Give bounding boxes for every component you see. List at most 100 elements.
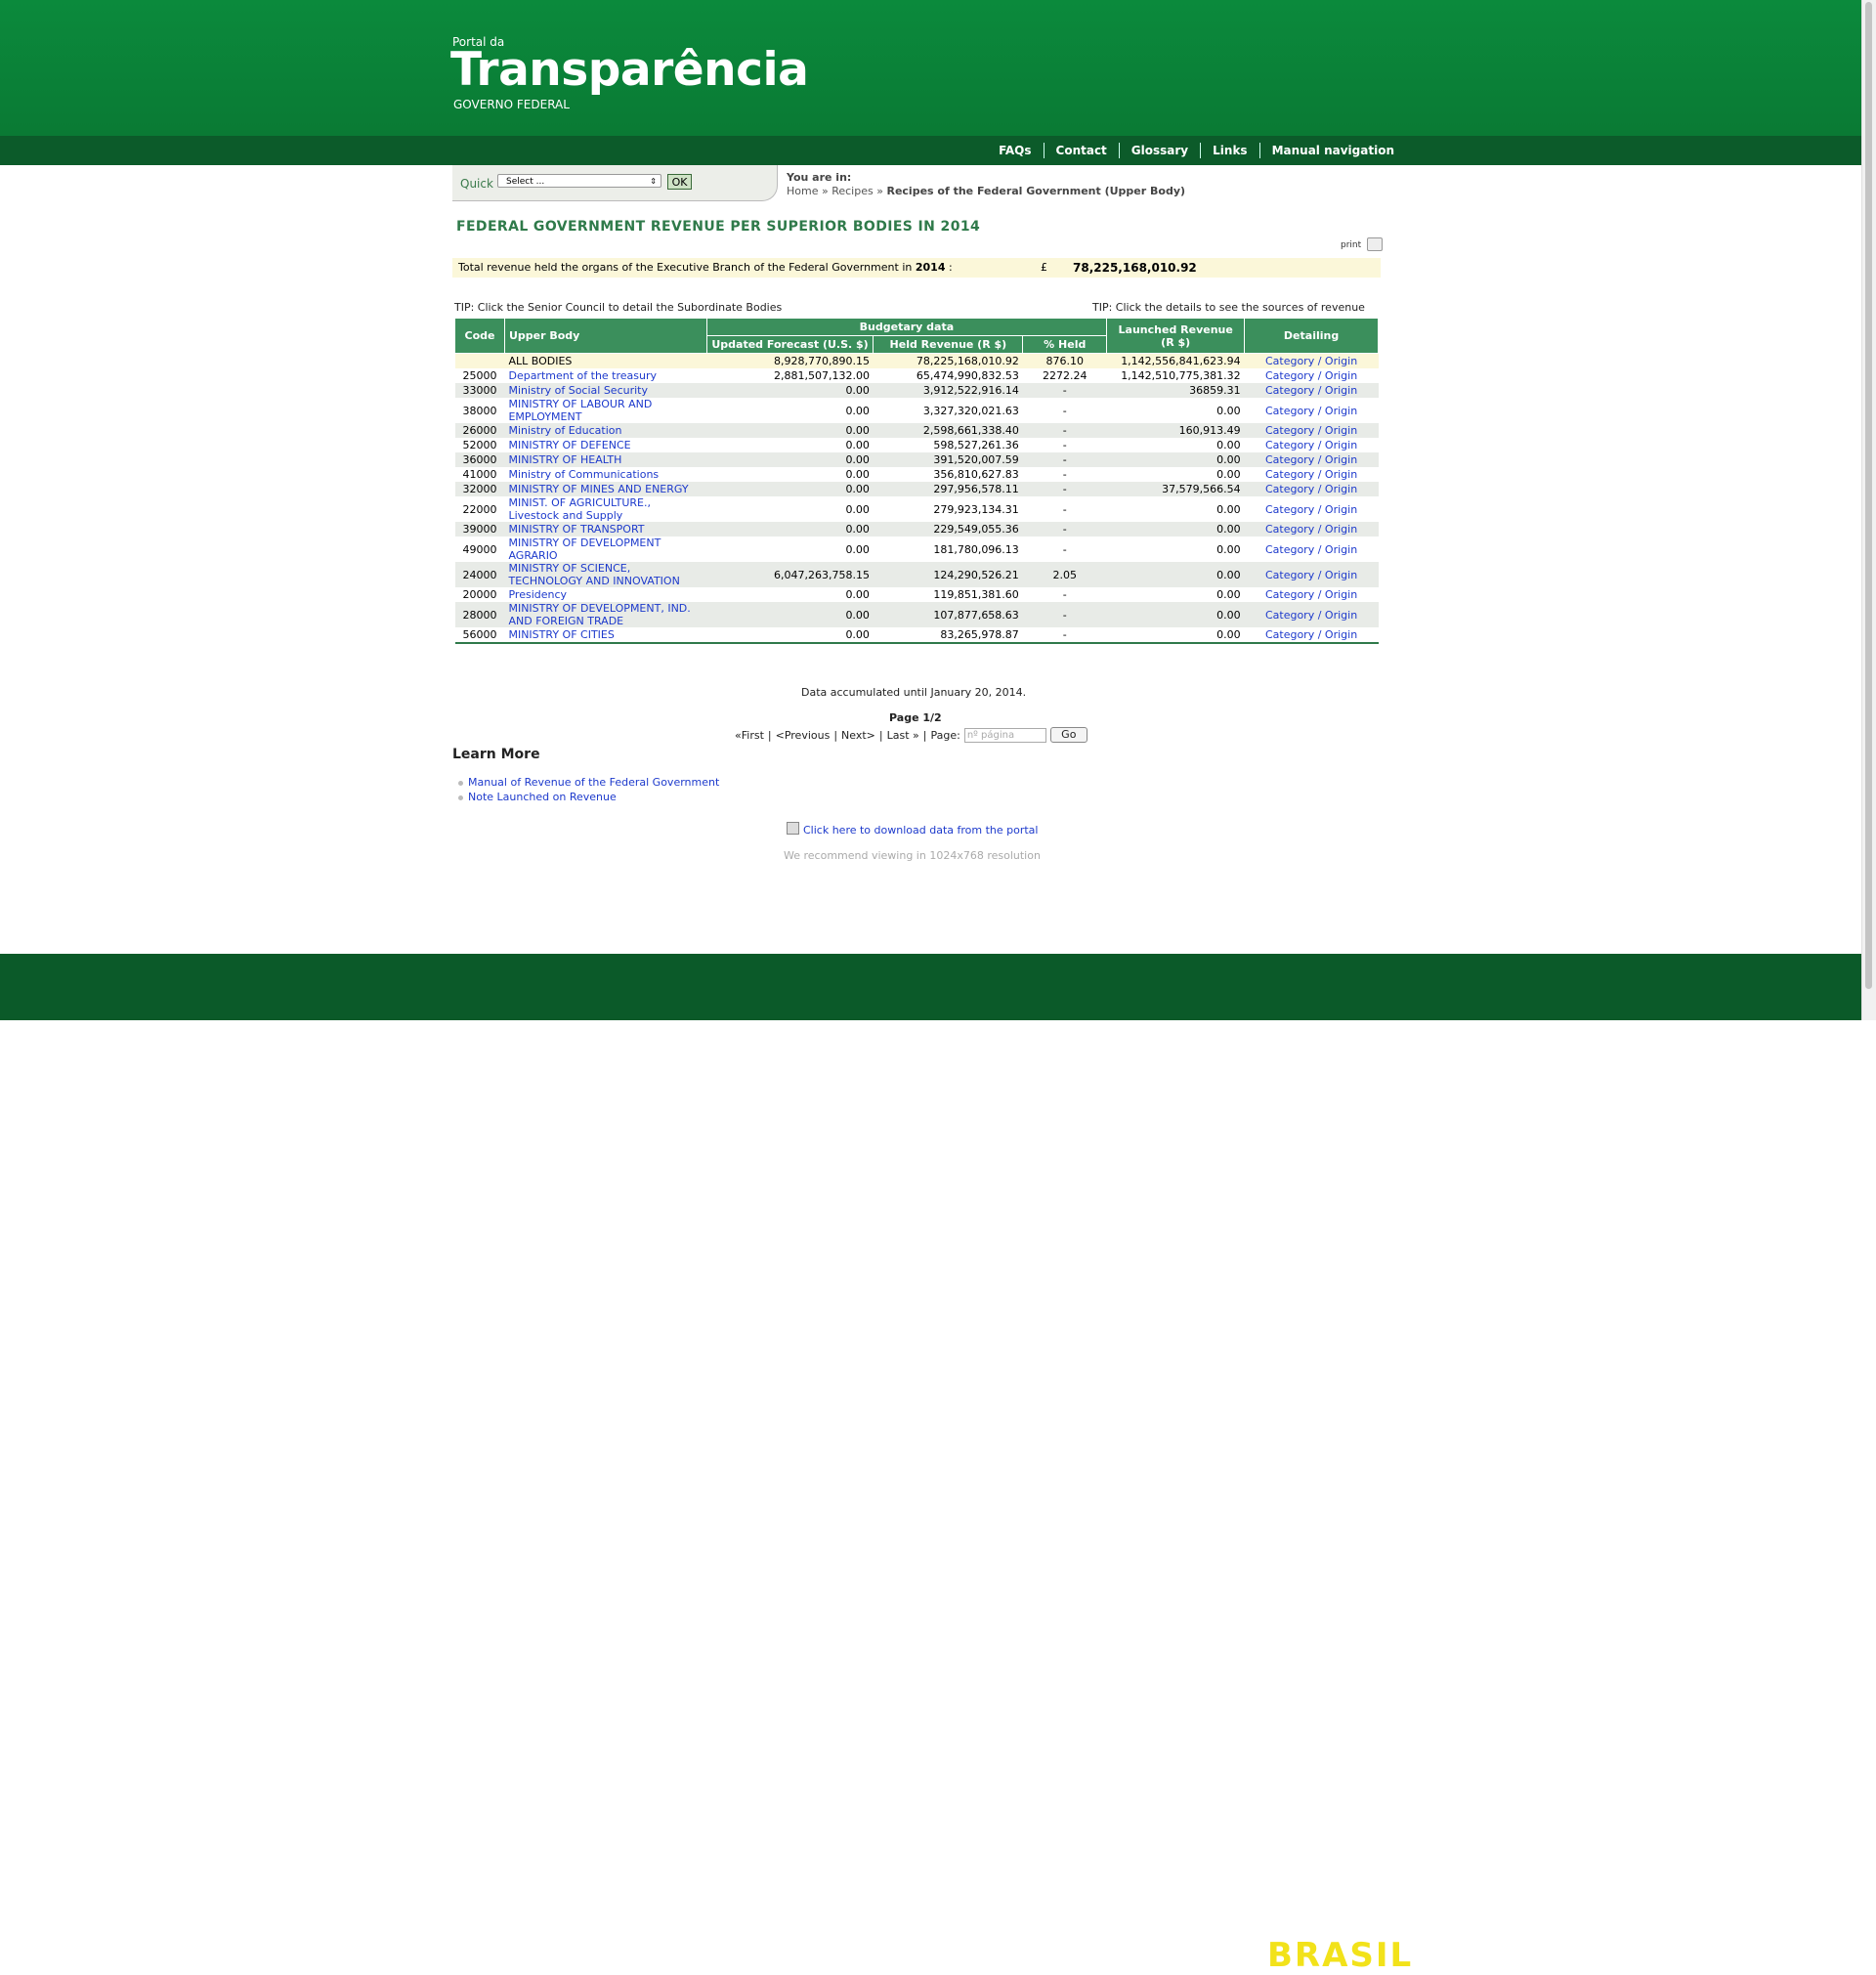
- pager-go-button[interactable]: Go: [1049, 727, 1087, 743]
- category-link[interactable]: Category: [1265, 384, 1314, 397]
- origin-link[interactable]: Origin: [1325, 439, 1357, 451]
- category-link[interactable]: Category: [1265, 569, 1314, 581]
- row-body-link[interactable]: MINISTRY OF LABOUR AND EMPLOYMENT: [508, 398, 652, 423]
- pager-previous[interactable]: <Previous: [776, 729, 831, 742]
- origin-link[interactable]: Origin: [1325, 405, 1357, 417]
- origin-link[interactable]: Origin: [1325, 628, 1357, 641]
- origin-link[interactable]: Origin: [1325, 569, 1357, 581]
- row-body-link[interactable]: MINISTRY OF CITIES: [508, 628, 614, 641]
- category-link[interactable]: Category: [1265, 609, 1314, 622]
- origin-link[interactable]: Origin: [1325, 355, 1357, 367]
- row-body-link[interactable]: MINISTRY OF MINES AND ENERGY: [508, 483, 688, 495]
- category-link[interactable]: Category: [1265, 369, 1314, 382]
- origin-link[interactable]: Origin: [1325, 384, 1357, 397]
- row-held: 356,810,627.83: [933, 468, 1019, 481]
- row-body-link[interactable]: Ministry of Education: [508, 424, 621, 437]
- row-upper-body: MINISTRY OF SCIENCE, TECHNOLOGY AND INNO…: [504, 562, 707, 587]
- row-detailing: Category / Origin: [1244, 383, 1379, 398]
- nav-contact[interactable]: Contact: [1043, 143, 1119, 158]
- row-upper-body: MINISTRY OF DEVELOPMENT AGRARIO: [504, 537, 706, 562]
- quick-select[interactable]: Select ... ⇕: [497, 174, 661, 188]
- row-pct: 2.05: [1022, 562, 1107, 587]
- row-forecast: 8,928,770,890.15: [706, 353, 874, 368]
- category-link[interactable]: Category: [1265, 355, 1314, 367]
- category-link[interactable]: Category: [1265, 439, 1314, 451]
- origin-link[interactable]: Origin: [1325, 609, 1357, 622]
- row-upper-body: Ministry of Social Security: [504, 383, 707, 398]
- detail-separator: /: [1314, 502, 1325, 516]
- printer-icon[interactable]: [1367, 237, 1383, 251]
- origin-link[interactable]: Origin: [1325, 523, 1357, 536]
- nav-faqs[interactable]: FAQs: [987, 143, 1043, 158]
- table-row: 20000 Presidency 0.00 119,851,381.60 - 0.00 Ca…: [455, 587, 1379, 602]
- row-upper-body: MINISTRY OF HEALTH: [504, 452, 707, 467]
- row-launched: 0.00: [1106, 562, 1245, 587]
- logo-transparencia[interactable]: Transparência: [450, 43, 809, 97]
- row-body-link[interactable]: MINISTRY OF DEFENCE: [508, 439, 630, 451]
- row-pct: -: [1062, 588, 1067, 601]
- row-body-link[interactable]: Ministry of Communications: [508, 468, 659, 481]
- origin-link[interactable]: Origin: [1325, 588, 1357, 601]
- row-body-link[interactable]: MINISTRY OF DEVELOPMENT AGRARIO: [508, 537, 661, 562]
- row-body-link[interactable]: Department of the treasury: [508, 369, 657, 382]
- category-link[interactable]: Category: [1265, 543, 1314, 556]
- row-body-link[interactable]: Presidency: [508, 588, 567, 601]
- row-upper-body: MINISTRY OF TRANSPORT: [504, 522, 707, 537]
- row-detailing: Category / Origin: [1245, 467, 1379, 482]
- row-held: 65,474,990,832.53: [916, 369, 1019, 382]
- page-number-input[interactable]: nº página: [963, 727, 1046, 743]
- row-forecast: 0.00: [706, 383, 874, 398]
- origin-link[interactable]: Origin: [1325, 369, 1357, 382]
- breadcrumb-home[interactable]: Home: [787, 185, 818, 197]
- learn-more-link[interactable]: Manual of Revenue of the Federal Governm…: [468, 776, 719, 789]
- learn-more-link[interactable]: Note Launched on Revenue: [468, 791, 617, 803]
- category-link[interactable]: Category: [1265, 588, 1314, 601]
- row-code: 28000: [454, 602, 505, 627]
- brasil-logo[interactable]: GOVERNO FEDERAL BRASIL: [1267, 1932, 1411, 1974]
- row-body-link[interactable]: MINISTRY OF SCIENCE, TECHNOLOGY AND INNO…: [508, 562, 679, 587]
- origin-link[interactable]: Origin: [1325, 424, 1357, 437]
- row-body-link[interactable]: MINISTRY OF DEVELOPMENT, IND. AND FOREIG…: [508, 602, 690, 627]
- row-held: 124,290,526.21: [873, 562, 1023, 587]
- breadcrumb-recipes[interactable]: Recipes: [831, 185, 874, 197]
- cgu-logo[interactable]: Controladoria-Geral da União: [1133, 1943, 1242, 1968]
- scrollbar-thumb[interactable]: [1865, 2, 1872, 989]
- download-link[interactable]: Click here to download data from the por…: [803, 824, 1038, 837]
- page-title: FEDERAL GOVERNMENT REVENUE PER SUPERIOR …: [456, 219, 981, 235]
- row-held: 119,851,381.60: [933, 588, 1019, 601]
- cgu-line1: Controladoria-Geral: [1133, 1944, 1243, 1954]
- row-body-link[interactable]: MINISTRY OF TRANSPORT: [508, 523, 644, 536]
- category-link[interactable]: Category: [1265, 483, 1314, 495]
- category-link[interactable]: Category: [1265, 453, 1314, 466]
- category-link[interactable]: Category: [1265, 523, 1314, 536]
- quick-ok-button[interactable]: OK: [667, 174, 692, 190]
- nav-links[interactable]: Links: [1200, 143, 1258, 158]
- row-body-link[interactable]: MINISTRY OF HEALTH: [508, 453, 621, 466]
- origin-link[interactable]: Origin: [1325, 543, 1357, 556]
- category-link[interactable]: Category: [1265, 405, 1314, 417]
- origin-link[interactable]: Origin: [1325, 503, 1357, 516]
- col-header-held-revenue: Held Revenue (R $): [873, 335, 1024, 354]
- nav-glossary[interactable]: Glossary: [1118, 143, 1200, 158]
- vertical-scrollbar[interactable]: [1861, 0, 1876, 1020]
- table-row: 32000 MINISTRY OF MINES AND ENERGY 0.00 297…: [454, 482, 1379, 496]
- category-link[interactable]: Category: [1265, 628, 1314, 641]
- origin-link[interactable]: Origin: [1325, 468, 1357, 481]
- category-link[interactable]: Category: [1265, 424, 1314, 437]
- breadcrumb-title: You are in:: [787, 171, 852, 184]
- row-code: 41000: [462, 468, 497, 481]
- row-upper-body: MINISTRY OF MINES AND ENERGY: [504, 482, 707, 496]
- nav-manual-navigation[interactable]: Manual navigation: [1258, 143, 1406, 158]
- row-body-link[interactable]: MINIST. OF AGRICULTURE., Livestock and S…: [508, 496, 651, 522]
- print-link[interactable]: print: [1341, 240, 1361, 250]
- pager-last[interactable]: Last »: [887, 729, 919, 742]
- origin-link[interactable]: Origin: [1325, 483, 1357, 495]
- learn-more-list: Manual of Revenue of the Federal Governm…: [458, 776, 719, 805]
- category-link[interactable]: Category: [1265, 468, 1314, 481]
- pager-first[interactable]: «First: [735, 729, 764, 742]
- category-link[interactable]: Category: [1265, 503, 1314, 516]
- origin-link[interactable]: Origin: [1325, 453, 1357, 466]
- row-body-link[interactable]: Ministry of Social Security: [508, 384, 648, 397]
- row-upper-body: Presidency: [504, 587, 706, 602]
- pager-next[interactable]: Next>: [841, 729, 875, 742]
